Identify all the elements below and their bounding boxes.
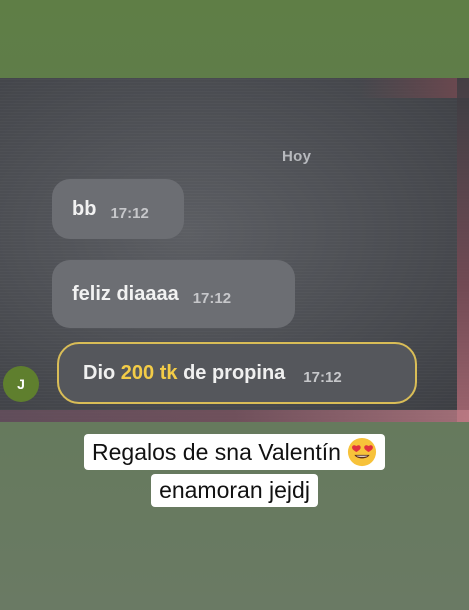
avatar[interactable]: J [3,366,39,402]
caption-line-2: enamoran jejdj [0,474,469,507]
message-time: 17:12 [192,289,232,307]
tip-message-text: Dio 200 tk de propina [83,362,285,385]
message-bubble[interactable]: feliz diaaaa 17:12 [52,260,295,328]
tip-message-bubble[interactable]: Dio 200 tk de propina 17:12 [57,342,417,404]
tip-amount: 200 tk [120,361,178,384]
heart-eyes-emoji-icon [347,437,377,467]
tip-suffix: de propina [183,361,286,384]
screen-edge-top [359,78,469,98]
chat-screenshot-photo: Hoy bb 17:12 feliz diaaaa 17:12 J Dio 20… [0,78,469,422]
message-text: bb [72,197,97,220]
message-bubble[interactable]: bb 17:12 [52,179,184,239]
message-time: 17:12 [110,204,149,222]
caption-text-2: enamoran jejdj [159,477,310,503]
date-separator: Hoy [282,148,312,165]
message-text: feliz diaaaa [72,282,179,305]
screen-edge-bottom [0,410,469,422]
tip-prefix: Dio [83,361,116,384]
screen-edge-right [457,78,469,422]
caption-text-1: Regalos de sna Valentín [92,438,341,465]
caption-line-1: Regalos de sna Valentín [0,434,469,470]
message-time: 17:12 [303,368,342,386]
